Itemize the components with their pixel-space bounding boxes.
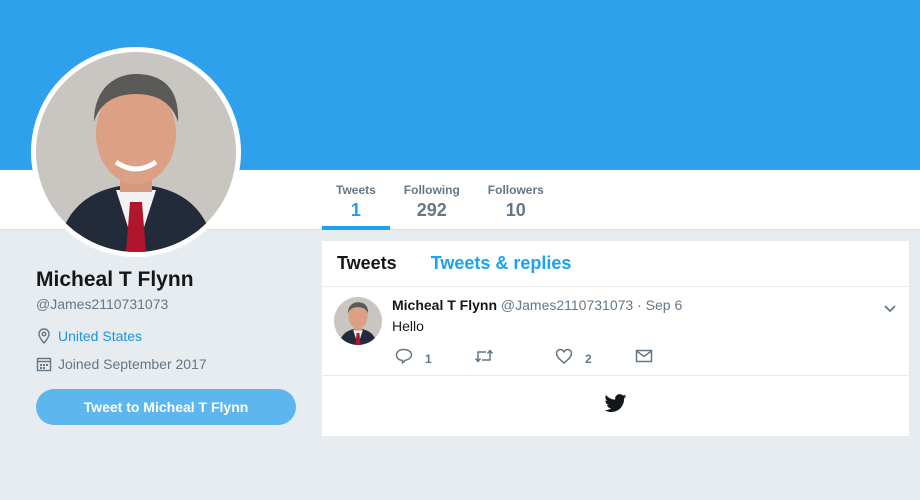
location-pin-icon: [36, 328, 52, 344]
direct-message-button[interactable]: [635, 348, 653, 369]
like-button[interactable]: 2: [555, 348, 592, 369]
stat-value: 292: [416, 200, 447, 220]
heart-icon: [555, 348, 573, 369]
profile-joined: Joined September 2017: [36, 356, 207, 372]
tweet-to-button[interactable]: Tweet to Micheal T Flynn: [36, 389, 296, 425]
profile-handle[interactable]: @James2110731073: [36, 296, 168, 312]
stat-followers[interactable]: Followers 10: [474, 170, 558, 230]
timeline-footer: [322, 376, 909, 434]
stat-tweets[interactable]: Tweets 1: [322, 170, 390, 230]
profile-location: United States: [36, 328, 142, 344]
retweet-icon: [474, 348, 494, 369]
stat-label: Followers: [487, 183, 544, 197]
stat-label: Following: [403, 183, 460, 197]
twitter-bird-icon[interactable]: [603, 393, 627, 417]
stat-value: 1: [350, 200, 361, 220]
reply-button[interactable]: 1: [395, 348, 432, 369]
tweet-separator: ·: [637, 297, 642, 313]
stat-value: 10: [505, 200, 526, 220]
timeline: Tweets Tweets & replies Micheal T Flynn …: [322, 241, 909, 436]
profile-photo: [36, 52, 236, 252]
profile-avatar[interactable]: [31, 47, 241, 257]
timeline-tabs: Tweets Tweets & replies: [322, 241, 909, 287]
tab-tweets-and-replies[interactable]: Tweets & replies: [431, 253, 572, 274]
calendar-icon: [36, 356, 52, 372]
location-link[interactable]: United States: [58, 328, 142, 344]
retweet-button[interactable]: [474, 348, 506, 369]
tweet-author-name[interactable]: Micheal T Flynn: [392, 297, 497, 313]
profile-name[interactable]: Micheal T Flynn: [36, 268, 194, 292]
tweet[interactable]: Micheal T Flynn @James2110731073 · Sep 6…: [322, 287, 909, 376]
chevron-down-icon[interactable]: [883, 301, 897, 313]
tweet-text: Hello: [392, 318, 424, 334]
reply-count: 1: [425, 351, 432, 366]
tab-tweets[interactable]: Tweets: [337, 253, 397, 274]
tweet-author-handle[interactable]: @James2110731073: [501, 297, 633, 313]
joined-text: Joined September 2017: [58, 356, 207, 372]
envelope-icon: [635, 348, 653, 369]
stat-label: Tweets: [336, 183, 376, 197]
like-count: 2: [585, 351, 592, 366]
tweet-date[interactable]: Sep 6: [646, 297, 683, 313]
tweet-avatar[interactable]: [334, 297, 382, 345]
stat-following[interactable]: Following 292: [390, 170, 474, 230]
reply-icon: [395, 348, 413, 369]
profile-stats: Tweets 1 Following 292 Followers 10: [322, 170, 558, 230]
tweet-header: Micheal T Flynn @James2110731073 · Sep 6: [392, 297, 682, 313]
